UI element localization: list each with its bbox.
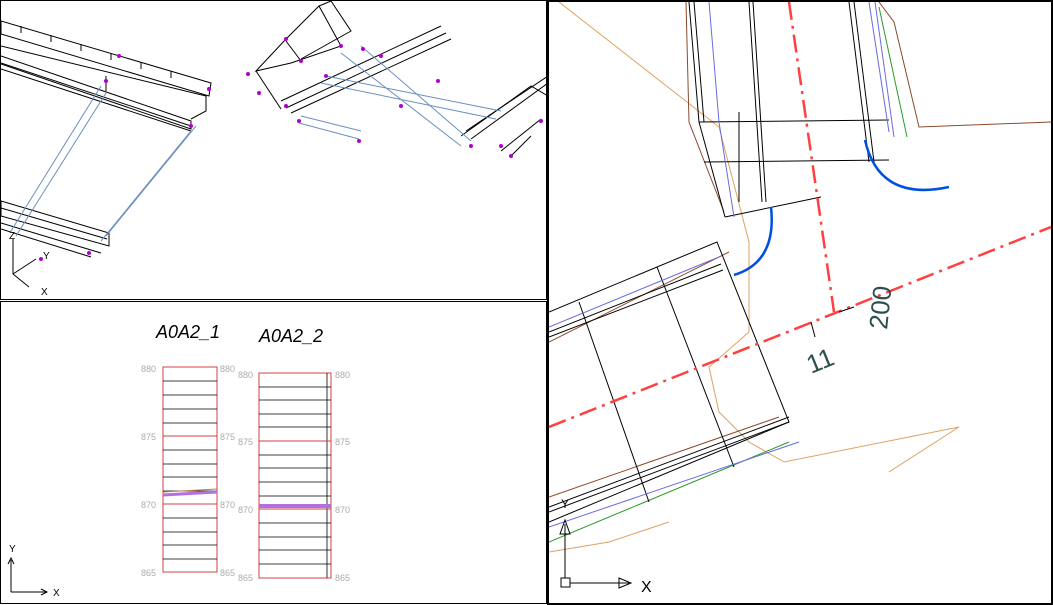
centerlines <box>549 2 1051 429</box>
ucs-plan-icon <box>559 518 633 589</box>
ucs-x-label-plan: X <box>641 579 652 596</box>
viewport-profiles[interactable]: A0A2_1 A0A2_2 880 875 870 865 880 875 87 <box>0 301 547 604</box>
section1-tick-right-875: 875 <box>220 432 235 442</box>
road-north <box>688 2 890 218</box>
section1-tick-right-870: 870 <box>220 500 235 510</box>
ucs-x-label-2d: X <box>53 588 60 599</box>
section1-tick-left-875: 875 <box>141 432 156 442</box>
dimension-200: 200 <box>863 284 897 330</box>
plan-drawing: 200 11 Y X <box>549 2 1051 596</box>
road-southwest <box>549 241 790 523</box>
section1-tick-left-870: 870 <box>141 500 156 510</box>
section2-tick-left-875: 875 <box>238 437 253 447</box>
section1-tick-left-865: 865 <box>141 568 156 578</box>
viewport-3d[interactable]: Z Y X <box>0 0 547 300</box>
profile-sections: A0A2_1 A0A2_2 880 875 870 865 880 875 87 <box>7 322 350 599</box>
ucs-3d-icon <box>12 239 37 288</box>
wireframe-3d-model <box>1 1 546 261</box>
section2-tick-left-880: 880 <box>238 370 253 380</box>
section1-tick-left-880: 880 <box>141 364 156 374</box>
dimension-11: 11 <box>802 342 838 380</box>
section2-tick-right-865: 865 <box>335 573 350 583</box>
ucs-y-label-plan: Y <box>561 497 569 511</box>
section-grid-1 <box>162 366 218 573</box>
section-title-2: A0A2_2 <box>258 326 323 346</box>
section1-tick-right-880: 880 <box>220 364 235 374</box>
section2-tick-right-870: 870 <box>335 505 350 515</box>
viewport-plan[interactable]: 200 11 Y X <box>547 0 1053 605</box>
section2-tick-right-880: 880 <box>335 370 350 380</box>
section1-tick-right-865: 865 <box>220 568 235 578</box>
section2-tick-right-875: 875 <box>335 437 350 447</box>
section2-tick-left-865: 865 <box>238 573 253 583</box>
ucs-y-label-2d: Y <box>9 544 16 555</box>
section-title-1: A0A2_1 <box>155 322 220 342</box>
ucs-2d-icon <box>7 556 49 596</box>
section2-tick-left-870: 870 <box>238 505 253 515</box>
section-grid-2 <box>258 372 332 579</box>
